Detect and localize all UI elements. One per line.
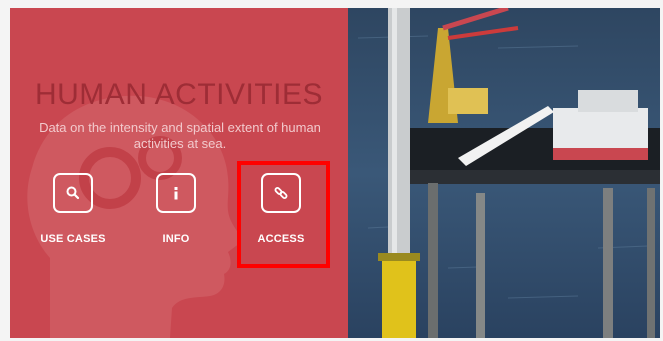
info-icon-box[interactable] xyxy=(156,173,196,213)
human-activities-card: HUMAN ACTIVITIES Data on the intensity a… xyxy=(10,8,660,338)
use-cases-icon-box[interactable] xyxy=(53,173,93,213)
offshore-scene-image xyxy=(348,8,660,338)
info-icon xyxy=(174,187,178,200)
page-subtitle: Data on the intensity and spatial extent… xyxy=(39,120,321,151)
page-title: HUMAN ACTIVITIES xyxy=(34,78,324,111)
info-button[interactable]: INFO xyxy=(131,173,221,245)
search-icon xyxy=(66,186,80,200)
access-highlight-box xyxy=(237,161,330,268)
info-panel: HUMAN ACTIVITIES Data on the intensity a… xyxy=(10,8,348,338)
use-cases-label: USE CASES xyxy=(40,233,106,245)
info-label: INFO xyxy=(162,233,190,245)
offshore-platform-photo xyxy=(348,8,660,338)
use-cases-button[interactable]: USE CASES xyxy=(28,173,118,245)
